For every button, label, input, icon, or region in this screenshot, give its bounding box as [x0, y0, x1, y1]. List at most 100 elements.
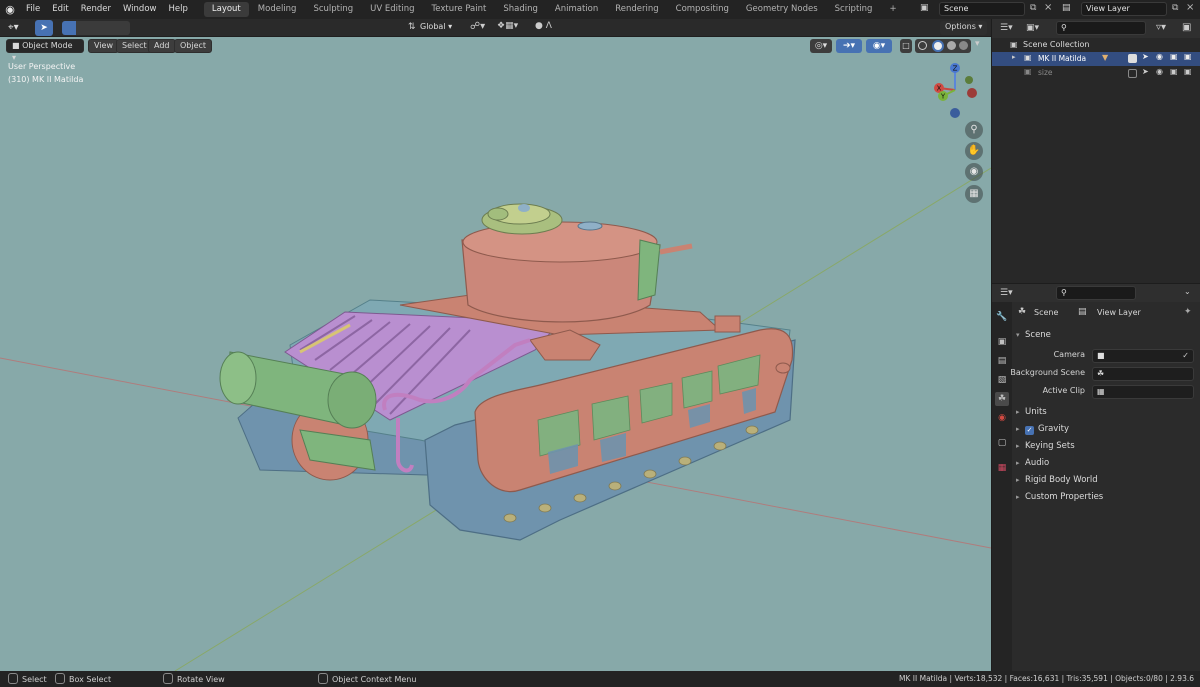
background-scene-field[interactable]: ☘ — [1092, 367, 1194, 381]
collection-icon: ▣ — [1024, 67, 1032, 76]
scene-tab-icon[interactable]: ☘ — [995, 392, 1009, 406]
gizmo-toggle-icon[interactable]: ➔▾ — [836, 39, 862, 53]
workspace-tab-scripting[interactable]: Scripting — [827, 2, 881, 17]
menu-file[interactable]: File — [20, 0, 46, 19]
workspace-tab-rendering[interactable]: Rendering — [607, 2, 666, 17]
collection-icon: ▣ — [1010, 40, 1018, 49]
object-menu[interactable]: Object — [174, 39, 213, 53]
add-menu[interactable]: Add — [148, 39, 176, 53]
editor-type-icon[interactable]: ⌖▾ — [8, 22, 19, 33]
outliner-editor-type-icon[interactable]: ☰▾ — [1000, 23, 1013, 33]
outliner-search-input[interactable]: ⚲ — [1056, 21, 1146, 35]
active-clip-label: Active Clip — [1042, 386, 1085, 395]
view-layer-icon[interactable]: ▤ — [1062, 3, 1071, 13]
camera-icon[interactable]: ▣ — [1184, 67, 1192, 76]
object-mode-dropdown[interactable]: ■ Object Mode ▾ — [6, 39, 84, 62]
properties-panel: ☰▾ ⚲ ⌄ 🔧 ▣ ▤ ▧ ☘ ◉ ▢ ▦ ☘ Scene ▤ View La… — [992, 284, 1200, 671]
audio-panel[interactable]: ▸ Audio — [1016, 458, 1049, 468]
pivot-icon[interactable]: ☍▾ — [470, 21, 485, 32]
copy-view-layer-icon[interactable]: ⧉ — [1172, 3, 1178, 13]
camera-icon[interactable]: ▣ — [1184, 52, 1192, 61]
keying-sets-panel[interactable]: ▸ Keying Sets — [1016, 441, 1075, 451]
workspace-tab-compositing[interactable]: Compositing — [668, 2, 737, 17]
close-scene-icon[interactable]: × — [1044, 2, 1052, 13]
monitor-icon[interactable]: ▣ — [1170, 67, 1178, 76]
options-dropdown[interactable]: Options ▾ — [940, 21, 988, 35]
xray-toggle-icon[interactable]: □ — [900, 39, 912, 53]
outliner-row-size[interactable]: ▣ size ➤ ◉ ▣ ▣ — [992, 67, 1200, 80]
gravity-panel[interactable]: ▸ ✓ Gravity — [1016, 424, 1069, 435]
copy-scene-icon[interactable]: ⧉ — [1030, 3, 1036, 13]
checkbox-icon[interactable] — [1128, 54, 1137, 63]
eyedropper-icon[interactable]: ✓ — [1182, 350, 1189, 362]
scene-selector-icon[interactable]: ▣ — [920, 3, 934, 16]
grid-icon[interactable]: ▦ — [965, 185, 983, 203]
checkbox-icon[interactable] — [1128, 69, 1137, 78]
menu-help[interactable]: Help — [162, 0, 193, 19]
shading-mode-icons[interactable] — [915, 39, 971, 53]
rigid-body-world-panel[interactable]: ▸ Rigid Body World — [1016, 475, 1098, 485]
visibility-toggle-icon[interactable]: ◎▾ — [810, 39, 832, 53]
view-layer-field[interactable]: View Layer — [1081, 2, 1167, 16]
cursor-icon[interactable]: ➤ — [1142, 67, 1149, 76]
outliner-row-mk-ii-matilda[interactable]: ▸ ▣ MK II Matilda ▼ ➤ ◉ ▣ ▣ — [992, 52, 1200, 66]
scene-collection-row[interactable]: ▣ Scene Collection — [992, 40, 1200, 52]
eye-icon[interactable]: ◉ — [1156, 52, 1163, 61]
output-tab-icon[interactable]: ▤ — [995, 354, 1009, 368]
new-collection-icon[interactable]: ▣ — [1182, 22, 1191, 33]
overlay-toggle-icon[interactable]: ◉▾ — [866, 39, 892, 53]
proportional-edit-icon[interactable]: ● Λ — [535, 21, 552, 31]
pin-icon[interactable]: ✦ — [1184, 307, 1192, 317]
camera-field[interactable]: ■ ✓ — [1092, 349, 1194, 363]
properties-search-input[interactable]: ⚲ — [1056, 286, 1136, 300]
cursor-icon[interactable]: ➤ — [1142, 52, 1149, 61]
transform-orientation-dropdown[interactable]: Global ▾ — [420, 22, 464, 31]
world-tab-icon[interactable]: ◉ — [995, 411, 1009, 425]
monitor-icon[interactable]: ▣ — [1170, 52, 1178, 61]
tool-tab-icon[interactable]: 🔧 — [995, 310, 1009, 324]
selection-mode-icons[interactable] — [62, 21, 130, 35]
properties-editor-type-icon[interactable]: ☰▾ — [1000, 288, 1013, 298]
render-tab-icon[interactable]: ▣ — [995, 335, 1009, 349]
eye-icon[interactable]: ◉ — [1156, 67, 1163, 76]
zoom-icon[interactable]: ⚲ — [965, 121, 983, 139]
workspace-tab-uv-editing[interactable]: UV Editing — [362, 2, 422, 17]
chevron-down-icon[interactable]: ⌄ — [1184, 287, 1191, 296]
shading-options-icon[interactable]: ▾ — [975, 39, 980, 49]
hand-icon[interactable]: ✋ — [965, 142, 983, 160]
workspace-tab-modeling[interactable]: Modeling — [250, 2, 305, 17]
view-menu[interactable]: View — [88, 39, 119, 53]
close-view-layer-icon[interactable]: × — [1186, 2, 1194, 13]
active-clip-field[interactable]: ▦ — [1092, 385, 1194, 399]
gizmo-z-label: Z — [953, 65, 958, 73]
workspace-tab-texture-paint[interactable]: Texture Paint — [424, 2, 495, 17]
gravity-checkbox[interactable]: ✓ — [1025, 426, 1034, 435]
add-workspace-button[interactable]: + — [881, 2, 904, 17]
scene-section-header[interactable]: ▾ Scene — [1016, 330, 1051, 340]
workspace-tab-animation[interactable]: Animation — [547, 2, 606, 17]
menu-edit[interactable]: Edit — [46, 0, 74, 19]
mouse-right-icon — [318, 673, 328, 684]
3d-viewport[interactable] — [0, 19, 991, 671]
scene-selector-field[interactable]: Scene — [939, 2, 1025, 16]
snap-icon[interactable]: ❖▦▾ — [497, 21, 518, 31]
menu-render[interactable]: Render — [75, 0, 117, 19]
workspace-tab-sculpting[interactable]: Sculpting — [305, 2, 361, 17]
workspace-tab-shading[interactable]: Shading — [495, 2, 546, 17]
navigation-gizmo[interactable]: Z X Y — [925, 60, 985, 120]
status-rotate-view: Rotate View — [163, 673, 225, 686]
select-tool-icon[interactable]: ➤ — [35, 20, 53, 36]
texture-tab-icon[interactable]: ▦ — [995, 461, 1009, 475]
scene-icon: ☘ — [1097, 369, 1105, 378]
collection-tab-icon[interactable]: ▢ — [995, 436, 1009, 450]
orientation-icon[interactable]: ⇅ — [408, 22, 416, 32]
blender-logo-icon[interactable]: ◉ — [0, 3, 20, 16]
menu-window[interactable]: Window — [117, 0, 163, 19]
filter-icon[interactable]: ▿▾ — [1156, 22, 1166, 33]
workspace-tab-layout[interactable]: Layout — [203, 2, 249, 17]
workspace-tab-geometry-nodes[interactable]: Geometry Nodes — [738, 2, 826, 17]
display-mode-icon[interactable]: ▣▾ — [1026, 23, 1039, 33]
camera-view-icon[interactable]: ◉ — [965, 163, 983, 181]
custom-properties-panel[interactable]: ▸ Custom Properties — [1016, 492, 1103, 502]
units-panel[interactable]: ▸ Units — [1016, 407, 1047, 417]
